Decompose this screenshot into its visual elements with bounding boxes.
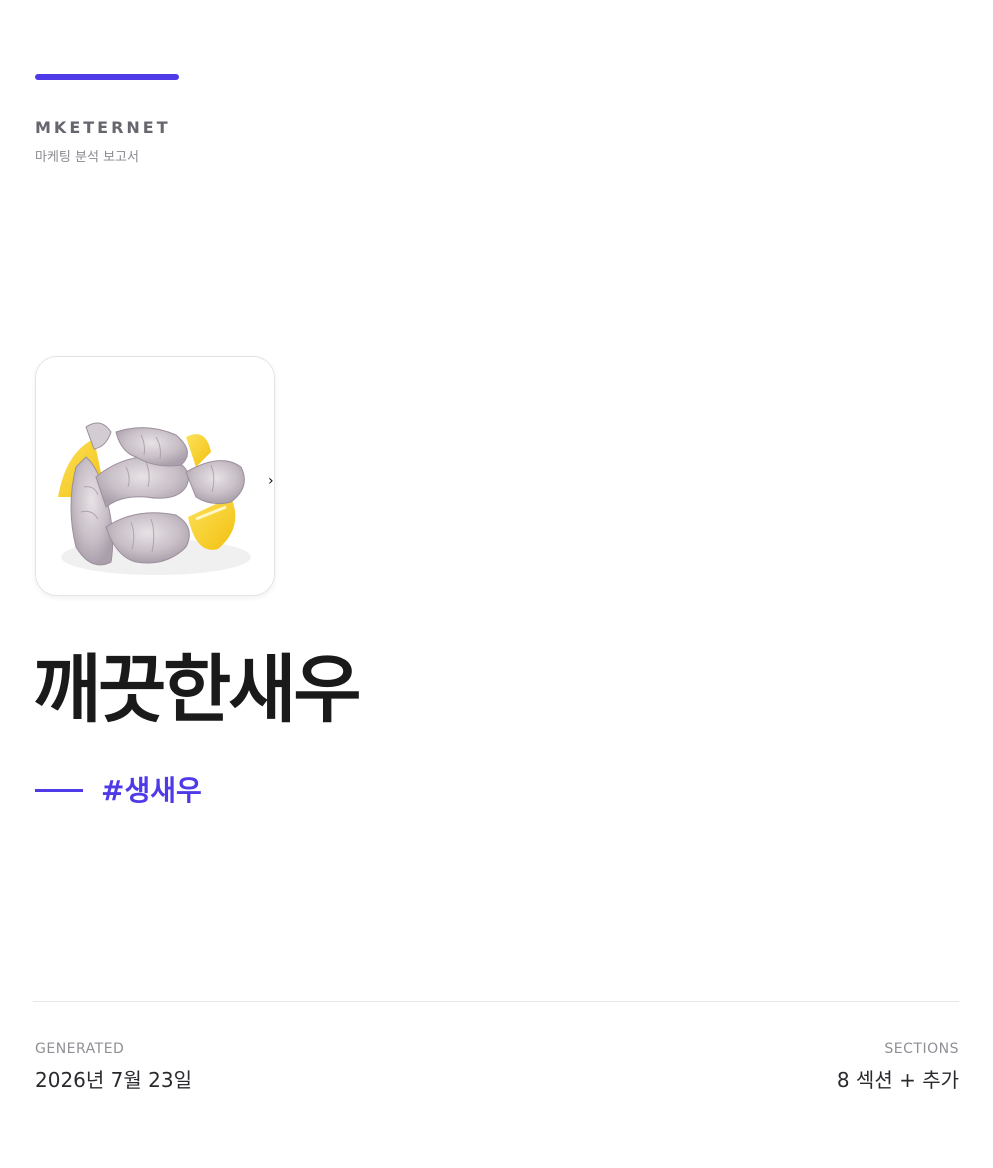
generated-label: GENERATED	[35, 1041, 125, 1057]
footer-divider	[33, 1001, 959, 1002]
accent-bar	[35, 74, 179, 80]
sections-label: SECTIONS	[884, 1041, 959, 1057]
product-image-card[interactable]	[35, 356, 275, 596]
product-tag: #생새우	[101, 774, 202, 807]
sections-count: 8 섹션 + 추가	[836, 1068, 959, 1092]
generated-date: 2026년 7월 23일	[35, 1068, 192, 1092]
brand-subtitle: 마케팅 분석 보고서	[35, 150, 139, 165]
tag-line-decoration	[35, 789, 83, 792]
chevron-right-icon[interactable]: ›	[268, 473, 280, 489]
product-title: 깨끗한새우	[33, 647, 361, 733]
shrimp-photo	[36, 357, 274, 595]
brand-name: MKETERNET	[35, 118, 171, 137]
